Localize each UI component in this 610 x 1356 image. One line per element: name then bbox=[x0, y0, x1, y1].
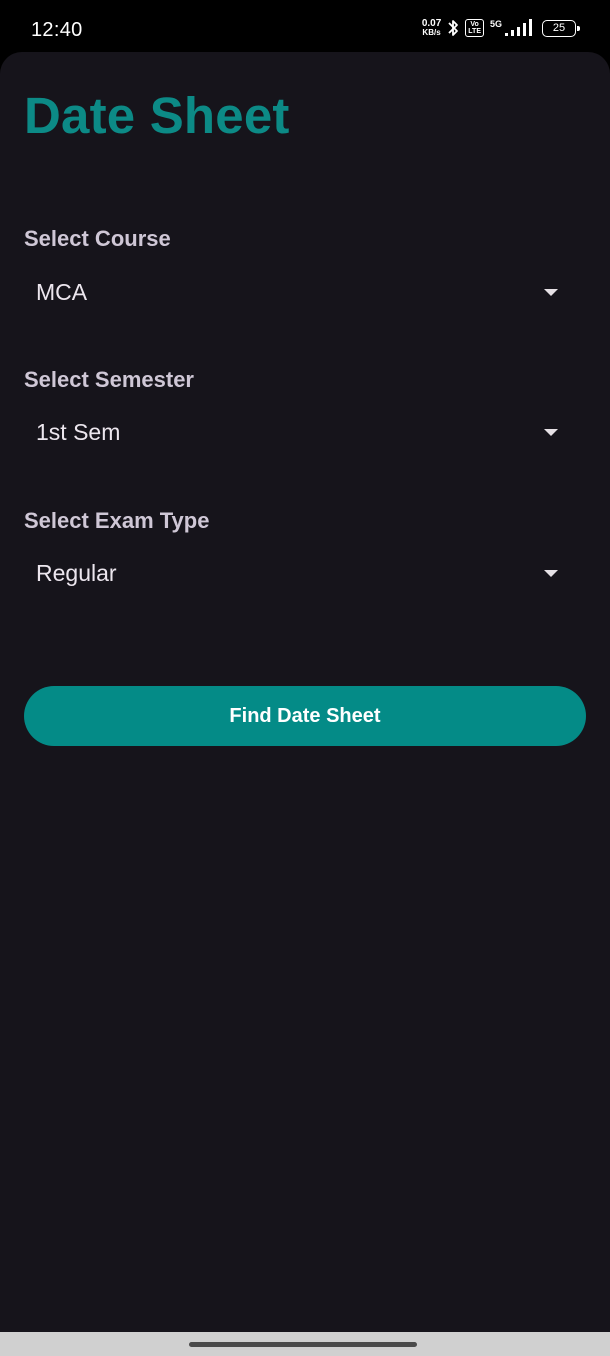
status-time: 12:40 bbox=[31, 19, 83, 41]
semester-label: Select Semester bbox=[24, 367, 194, 392]
navigation-bar bbox=[0, 1332, 610, 1356]
volte-top-label: Vo bbox=[470, 21, 479, 28]
course-value: MCA bbox=[36, 279, 88, 305]
exam-type-dropdown[interactable]: Regular bbox=[24, 548, 570, 598]
caret-down-icon bbox=[544, 570, 558, 577]
exam-type-value: Regular bbox=[36, 560, 117, 586]
app-screen: Date Sheet Select Course MCA Select Seme… bbox=[0, 52, 610, 1332]
find-date-sheet-button[interactable]: Find Date Sheet bbox=[24, 686, 586, 746]
volte-icon: Vo LTE bbox=[465, 19, 484, 37]
page-title: Date Sheet bbox=[24, 87, 290, 144]
course-dropdown[interactable]: MCA bbox=[24, 267, 570, 317]
course-label: Select Course bbox=[24, 226, 171, 251]
signal-icon bbox=[504, 19, 532, 37]
status-icons: 0.07 KB/s Vo LTE 5G 25 bbox=[421, 18, 580, 38]
caret-down-icon bbox=[544, 289, 558, 296]
caret-down-icon bbox=[544, 429, 558, 436]
status-bar: 12:40 0.07 KB/s Vo LTE 5G 25 bbox=[0, 0, 610, 60]
home-indicator[interactable] bbox=[189, 1342, 417, 1347]
network-speed-value: 0.07 bbox=[421, 18, 442, 29]
semester-value: 1st Sem bbox=[36, 419, 121, 445]
network-speed: 0.07 KB/s bbox=[421, 18, 442, 38]
volte-bottom-label: LTE bbox=[468, 28, 481, 35]
bluetooth-icon bbox=[447, 18, 459, 38]
battery-level: 25 bbox=[552, 22, 566, 34]
exam-type-label: Select Exam Type bbox=[24, 508, 210, 533]
semester-dropdown[interactable]: 1st Sem bbox=[24, 407, 570, 457]
battery-icon: 25 bbox=[542, 19, 580, 37]
network-speed-unit: KB/s bbox=[422, 28, 441, 37]
network-type: 5G bbox=[489, 19, 502, 29]
